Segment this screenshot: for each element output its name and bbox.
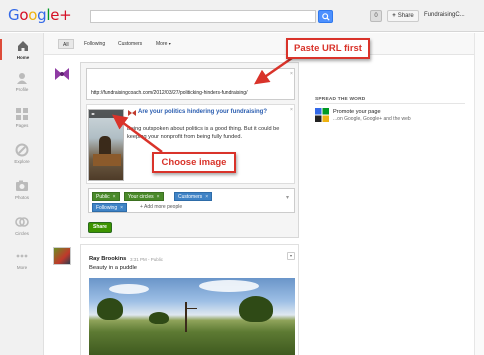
share-label: Share bbox=[397, 13, 414, 19]
tree-shape bbox=[149, 312, 169, 324]
account-name[interactable]: FundraisingC... bbox=[424, 12, 465, 18]
logo-letter: o bbox=[19, 6, 29, 24]
divider bbox=[315, 103, 465, 104]
nav-circles[interactable]: Circles bbox=[0, 215, 44, 236]
stream-header: All Following Customers More ▾ bbox=[44, 33, 484, 55]
logo-letter: G bbox=[8, 6, 20, 24]
promote-page-subtext: ...on Google, Google+ and the web bbox=[333, 116, 411, 122]
nav-home[interactable]: Home bbox=[0, 39, 44, 60]
pages-icon bbox=[16, 108, 28, 120]
google-plus-logo[interactable]: Google+ bbox=[8, 6, 72, 24]
search-button[interactable] bbox=[318, 10, 333, 23]
nav-label: More bbox=[16, 265, 28, 270]
nav-label: Explore bbox=[14, 159, 30, 164]
tab-customers[interactable]: Customers bbox=[114, 39, 146, 49]
share-audience-box[interactable]: Public × Your circles × Customers × ▾ Follo… bbox=[88, 188, 295, 213]
profile-icon bbox=[17, 73, 27, 84]
logo-letter: e bbox=[50, 6, 60, 24]
link-title[interactable]: Are your politics hindering your fundrai… bbox=[138, 109, 293, 116]
post-author-name[interactable]: Ray Brookins bbox=[89, 256, 126, 262]
thumbnail-nav-arrows[interactable]: ◂▸ bbox=[89, 110, 123, 118]
close-icon[interactable]: × bbox=[120, 205, 123, 211]
plus-icon: + bbox=[392, 13, 396, 19]
close-icon[interactable]: × bbox=[205, 194, 208, 200]
callout-paste-url: Paste URL first bbox=[286, 38, 370, 59]
home-icon bbox=[18, 41, 28, 51]
explore-icon bbox=[15, 143, 29, 157]
tab-following[interactable]: Following bbox=[80, 39, 109, 49]
circles-icon bbox=[15, 217, 29, 227]
logo-letter: g bbox=[37, 6, 47, 24]
nav-pages[interactable]: Pages bbox=[0, 107, 44, 128]
nav-explore[interactable]: Explore bbox=[0, 143, 44, 164]
chip-following[interactable]: Following × bbox=[92, 203, 128, 212]
user-avatar[interactable] bbox=[54, 67, 70, 81]
cloud-shape bbox=[199, 280, 259, 292]
tab-all[interactable]: All bbox=[58, 39, 74, 49]
chip-label: Your circles bbox=[128, 194, 154, 200]
tree-branch bbox=[187, 308, 197, 309]
top-bar: Google+ 0 + Share FundraisingC... bbox=[0, 0, 484, 32]
photos-icon bbox=[16, 180, 28, 191]
post-photo[interactable] bbox=[89, 278, 295, 355]
tree-trunk bbox=[185, 302, 187, 332]
cloud-shape bbox=[109, 284, 149, 294]
tab-more-label: More bbox=[156, 41, 168, 47]
tab-more[interactable]: More ▾ bbox=[152, 39, 175, 49]
post-author-avatar[interactable] bbox=[53, 247, 71, 265]
google-plus-badge-icon bbox=[315, 108, 329, 122]
chip-customers[interactable]: Customers × bbox=[174, 192, 213, 201]
chip-label: Following bbox=[96, 205, 118, 211]
spread-the-word-heading: SPREAD THE WORD bbox=[315, 97, 366, 102]
more-icon bbox=[16, 254, 28, 258]
bow-favicon-icon bbox=[128, 110, 136, 116]
add-more-people-link[interactable]: + Add more people bbox=[140, 204, 182, 210]
post-meta[interactable]: 3:31 PM - Public bbox=[130, 257, 163, 262]
nav-photos[interactable]: Photos bbox=[0, 179, 44, 200]
chevron-down-icon: ▾ bbox=[168, 41, 171, 46]
logo-letter: + bbox=[59, 6, 72, 24]
link-thumbnail-image[interactable]: ◂▸ bbox=[88, 109, 124, 181]
nav-more[interactable]: More bbox=[0, 249, 44, 270]
share-text-input[interactable]: × http://fundraisingcoach.com/2012/03/27… bbox=[86, 68, 295, 100]
logo-letter: o bbox=[28, 6, 38, 24]
chip-public[interactable]: Public × bbox=[92, 192, 120, 201]
close-icon[interactable]: × bbox=[290, 71, 293, 77]
post-text: Beauty in a puddle bbox=[89, 265, 138, 271]
chip-your-circles[interactable]: Your circles × bbox=[124, 192, 164, 201]
close-icon[interactable]: × bbox=[113, 194, 116, 200]
close-icon[interactable]: × bbox=[157, 194, 160, 200]
post-options-button[interactable]: ▾ bbox=[287, 252, 295, 260]
callout-choose-image: Choose image bbox=[152, 152, 236, 173]
tree-shape bbox=[239, 296, 273, 322]
nav-profile[interactable]: Profile bbox=[0, 71, 44, 92]
chevron-down-icon[interactable]: ▾ bbox=[286, 194, 289, 201]
left-nav: Home Profile Pages Explore Photos Circle… bbox=[0, 33, 44, 355]
share-button[interactable]: + Share bbox=[387, 10, 419, 22]
share-submit-button[interactable]: Share bbox=[88, 222, 112, 233]
chip-label: Customers bbox=[178, 194, 203, 200]
search-input[interactable] bbox=[90, 10, 316, 23]
nav-label: Circles bbox=[15, 231, 29, 236]
tree-shape bbox=[97, 298, 123, 320]
nav-label: Photos bbox=[14, 195, 29, 200]
scrollbar[interactable] bbox=[474, 33, 484, 355]
nav-label: Home bbox=[16, 55, 30, 60]
chip-label: Public bbox=[96, 194, 110, 200]
search-icon bbox=[322, 13, 330, 21]
podium-shape bbox=[93, 154, 121, 166]
nav-label: Profile bbox=[15, 87, 29, 92]
url-field-value: http://fundraisingcoach.com/2012/03/27/p… bbox=[91, 90, 248, 96]
notifications-count[interactable]: 0 bbox=[370, 10, 382, 22]
nav-label: Pages bbox=[15, 123, 29, 128]
link-description: Being outspoken about politics is a good… bbox=[127, 126, 280, 140]
promote-page-link[interactable]: Promote your page bbox=[333, 109, 381, 115]
